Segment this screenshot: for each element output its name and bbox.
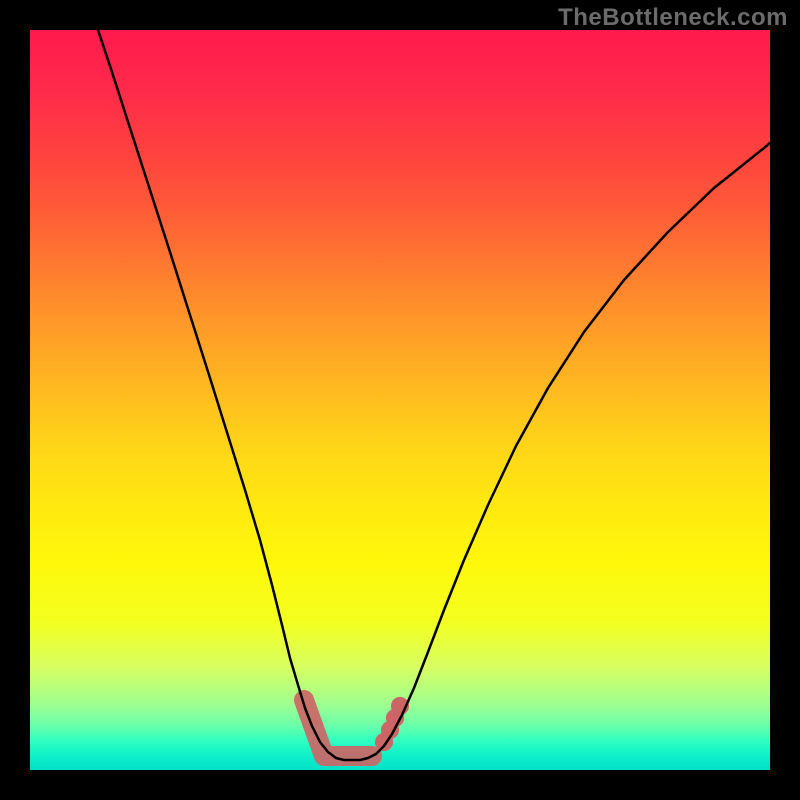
highlight-dots [375, 697, 409, 751]
watermark-text: TheBottleneck.com [558, 4, 788, 32]
chart-stage: TheBottleneck.com [0, 0, 800, 800]
curve-layer [30, 30, 770, 770]
plot-area [30, 30, 770, 770]
bottleneck-curve [98, 30, 770, 760]
